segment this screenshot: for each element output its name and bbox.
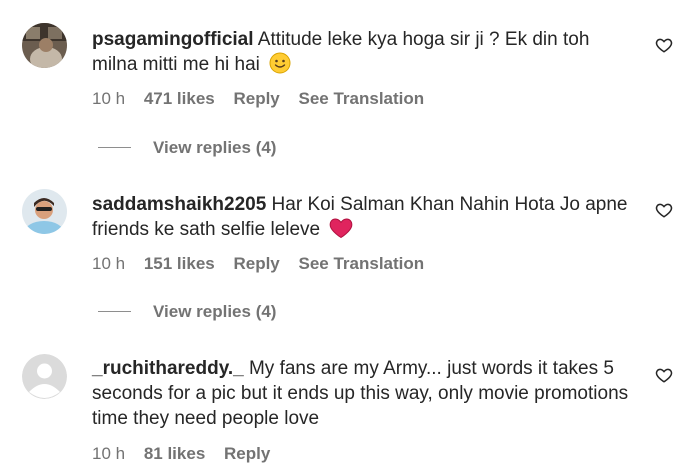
view-replies-label: View replies (4): [153, 302, 277, 321]
avatar[interactable]: [22, 189, 67, 234]
view-replies-button[interactable]: View replies (4): [98, 138, 276, 158]
likes-count[interactable]: 471 likes: [144, 89, 215, 108]
replies-divider: [98, 147, 131, 149]
reply-button[interactable]: Reply: [224, 444, 270, 463]
red-heart-icon: [329, 217, 353, 246]
see-translation-button[interactable]: See Translation: [299, 254, 425, 273]
likes-count[interactable]: 151 likes: [144, 254, 215, 273]
replies-divider: [98, 311, 131, 313]
comment-meta: 10 h 151 likes Reply See Translation: [92, 254, 438, 274]
view-replies-label: View replies (4): [153, 138, 277, 157]
comment-meta: 10 h 81 likes Reply: [92, 444, 284, 464]
comment-username[interactable]: _ruchithareddy._: [92, 358, 244, 379]
avatar[interactable]: [22, 23, 67, 68]
comment-username[interactable]: saddamshaikh2205: [92, 194, 266, 215]
reply-button[interactable]: Reply: [233, 254, 279, 273]
heart-outline-icon[interactable]: [655, 36, 673, 54]
reply-button[interactable]: Reply: [233, 89, 279, 108]
comment-meta: 10 h 471 likes Reply See Translation: [92, 89, 438, 109]
view-replies-button[interactable]: View replies (4): [98, 302, 276, 322]
comment-time: 10 h: [92, 254, 126, 273]
comment-time: 10 h: [92, 444, 126, 463]
comment-body: psagamingofficial Attitude leke kya hoga…: [92, 27, 632, 81]
see-translation-button[interactable]: See Translation: [299, 89, 425, 108]
user-photo: [22, 23, 67, 68]
comment-body: _ruchithareddy._ My fans are my Army... …: [92, 356, 632, 431]
comment-body: saddamshaikh2205 Har Koi Salman Khan Nah…: [92, 192, 632, 246]
user-photo: [22, 189, 67, 234]
heart-outline-icon[interactable]: [655, 201, 673, 219]
comment-time: 10 h: [92, 89, 126, 108]
slightly-smiling-face-icon: [269, 52, 291, 81]
likes-count[interactable]: 81 likes: [144, 444, 205, 463]
default-avatar-icon[interactable]: [22, 354, 67, 399]
comment-username[interactable]: psagamingofficial: [92, 29, 254, 50]
heart-outline-icon[interactable]: [655, 366, 673, 384]
